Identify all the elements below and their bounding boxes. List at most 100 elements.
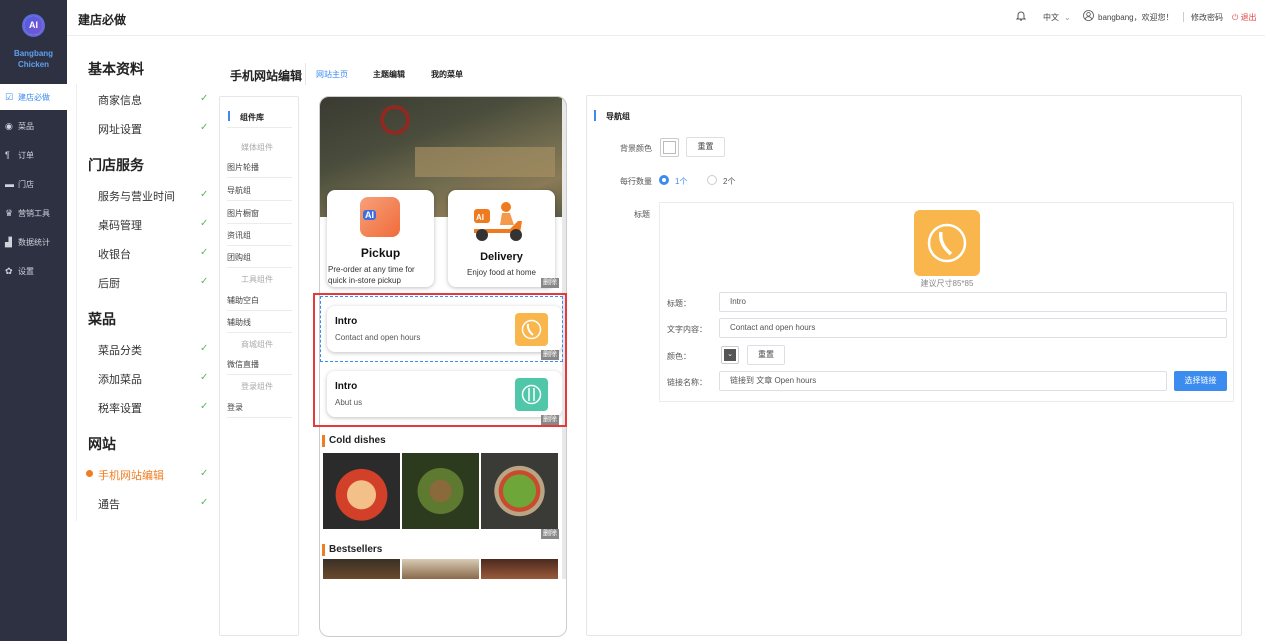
field-link-label: 链接名称：	[667, 378, 707, 387]
menu-header-website: 网站	[88, 436, 116, 452]
component-nav-group[interactable]: 导航组	[227, 185, 292, 201]
link-name-input[interactable]: 链接到 文章 Open hours	[719, 371, 1167, 391]
bell-icon[interactable]	[1015, 10, 1027, 21]
nav-item-stats[interactable]: ▟ 数据统计	[0, 229, 67, 255]
tab-homepage[interactable]: 网站主页	[316, 69, 348, 80]
delete-button[interactable]: 删除	[541, 278, 559, 288]
change-password-link[interactable]: 修改密码	[1191, 12, 1223, 23]
component-spacer[interactable]: 辅助空白	[227, 295, 292, 311]
divider	[227, 127, 292, 128]
text-content-input[interactable]: Contact and open hours	[719, 318, 1227, 338]
delivery-card[interactable]: AI Delivery Enjoy food at home	[448, 190, 555, 287]
reset-bg-button[interactable]: 重置	[686, 137, 725, 157]
menu-item-hours[interactable]: 服务与营业时间	[98, 188, 175, 204]
app-logo[interactable]: AI	[22, 14, 45, 37]
user-icon	[1083, 10, 1094, 21]
menu-item-categories[interactable]: 菜品分类	[98, 342, 142, 358]
bg-color-picker[interactable]	[660, 138, 679, 157]
menu-divider	[76, 84, 77, 521]
svg-text:AI: AI	[476, 213, 484, 222]
menu-item-notice[interactable]: 通告	[98, 496, 120, 512]
tab-my-menu[interactable]: 我的菜单	[431, 69, 463, 80]
gear-icon: ✿	[5, 266, 13, 276]
nav-item-settings[interactable]: ✿ 设置	[0, 258, 67, 284]
group-mall: 商城组件	[241, 340, 273, 349]
menu-item-cashier[interactable]: 收银台	[98, 246, 131, 262]
logout-link[interactable]: ⏻ 退出	[1232, 12, 1257, 23]
nav-item-marketing[interactable]: ♛ 营销工具	[0, 200, 67, 226]
group-media: 媒体组件	[241, 143, 273, 152]
crown-icon: ♛	[5, 208, 14, 218]
section-title-cold-dishes: Cold dishes	[329, 435, 386, 446]
pickup-desc: Pre-order at any time for quick in-store…	[328, 265, 415, 285]
heading-label: 标题	[634, 210, 650, 219]
dish-image[interactable]	[323, 453, 400, 529]
divider	[305, 63, 306, 85]
component-live[interactable]: 微信直播	[227, 359, 292, 375]
radio-one-per-row[interactable]	[659, 175, 669, 185]
check-icon: ✓	[200, 276, 209, 287]
nav-item-dishes[interactable]: ◉ 菜品	[0, 113, 67, 139]
dish-image[interactable]	[323, 559, 400, 579]
field-title-label: 标题：	[667, 299, 691, 308]
page-title: 建店必做	[78, 13, 127, 27]
title-bar	[594, 110, 596, 121]
nav-item-store[interactable]: ▬ 门店	[0, 171, 67, 197]
select-link-button[interactable]: 选择链接	[1174, 371, 1227, 391]
check-icon: ✓	[200, 401, 209, 412]
menu-item-merchant-info[interactable]: 商家信息	[98, 92, 142, 108]
check-icon: ✓	[200, 218, 209, 229]
dish-image[interactable]	[402, 453, 479, 529]
nav-item-setup[interactable]: ☑ 建店必做	[0, 84, 67, 110]
nav-item-orders[interactable]: ¶ 订单	[0, 142, 67, 168]
text-color-picker[interactable]: ⌄	[721, 346, 739, 364]
delivery-title: Delivery	[480, 251, 523, 263]
radio-two-per-row[interactable]	[707, 175, 717, 185]
component-image-window[interactable]: 图片橱窗	[227, 208, 292, 224]
power-icon: ⏻	[1232, 13, 1239, 22]
check-square-icon: ☑	[5, 92, 14, 102]
table-shape	[415, 147, 555, 177]
field-color-label: 颜色：	[667, 352, 691, 361]
shopping-bag-icon: AI	[360, 197, 400, 237]
bg-color-label: 背景颜色	[620, 144, 652, 153]
title-input[interactable]: Intro	[719, 292, 1227, 312]
menu-item-url-settings[interactable]: 网址设置	[98, 121, 142, 137]
store-icon: ▬	[5, 179, 14, 189]
user-greeting: bangbang，欢迎您！	[1098, 13, 1174, 22]
delete-button[interactable]: 删除	[541, 529, 559, 539]
menu-item-add-dish[interactable]: 添加菜品	[98, 371, 142, 387]
size-hint: 建议尺寸85*85	[920, 279, 974, 288]
dish-image[interactable]	[402, 559, 479, 579]
menu-item-mobile-site[interactable]: 手机网站编辑	[98, 467, 164, 483]
check-icon: ✓	[200, 343, 209, 354]
per-row-label: 每行数量	[620, 177, 652, 186]
section-title-bestsellers: Bestsellers	[329, 544, 383, 555]
component-group-buy[interactable]: 团购组	[227, 252, 292, 268]
component-login[interactable]: 登录	[227, 402, 292, 418]
phone-icon	[927, 223, 967, 263]
component-carousel[interactable]: 图片轮播	[227, 162, 292, 178]
editor-title: 手机网站编辑	[230, 69, 303, 83]
dish-image[interactable]	[481, 559, 558, 579]
check-icon: ✓	[200, 247, 209, 258]
pickup-card[interactable]: AI Pickup Pre-order at any time for quic…	[327, 190, 434, 287]
menu-item-table-codes[interactable]: 桌码管理	[98, 217, 142, 233]
reset-color-button[interactable]: 重置	[747, 345, 785, 365]
menu-item-tax[interactable]: 税率设置	[98, 400, 142, 416]
component-news[interactable]: 资讯组	[227, 230, 292, 246]
pickup-title: Pickup	[360, 246, 401, 260]
menu-item-kitchen[interactable]: 后厨	[98, 275, 120, 291]
utensils-icon: ¶	[5, 150, 10, 160]
dish-image[interactable]	[481, 453, 558, 529]
delivery-desc: Enjoy food at home	[467, 268, 536, 277]
check-icon: ✓	[200, 468, 209, 479]
tab-theme[interactable]: 主题编辑	[373, 69, 405, 80]
active-component-outline	[320, 296, 563, 362]
icon-upload[interactable]	[914, 210, 980, 276]
scooter-icon: AI	[470, 199, 530, 245]
wall-decor	[380, 105, 410, 135]
group-tools: 工具组件	[241, 275, 273, 284]
component-line[interactable]: 辅助线	[227, 317, 292, 333]
language-select[interactable]: 中文 ⌄	[1043, 12, 1071, 23]
